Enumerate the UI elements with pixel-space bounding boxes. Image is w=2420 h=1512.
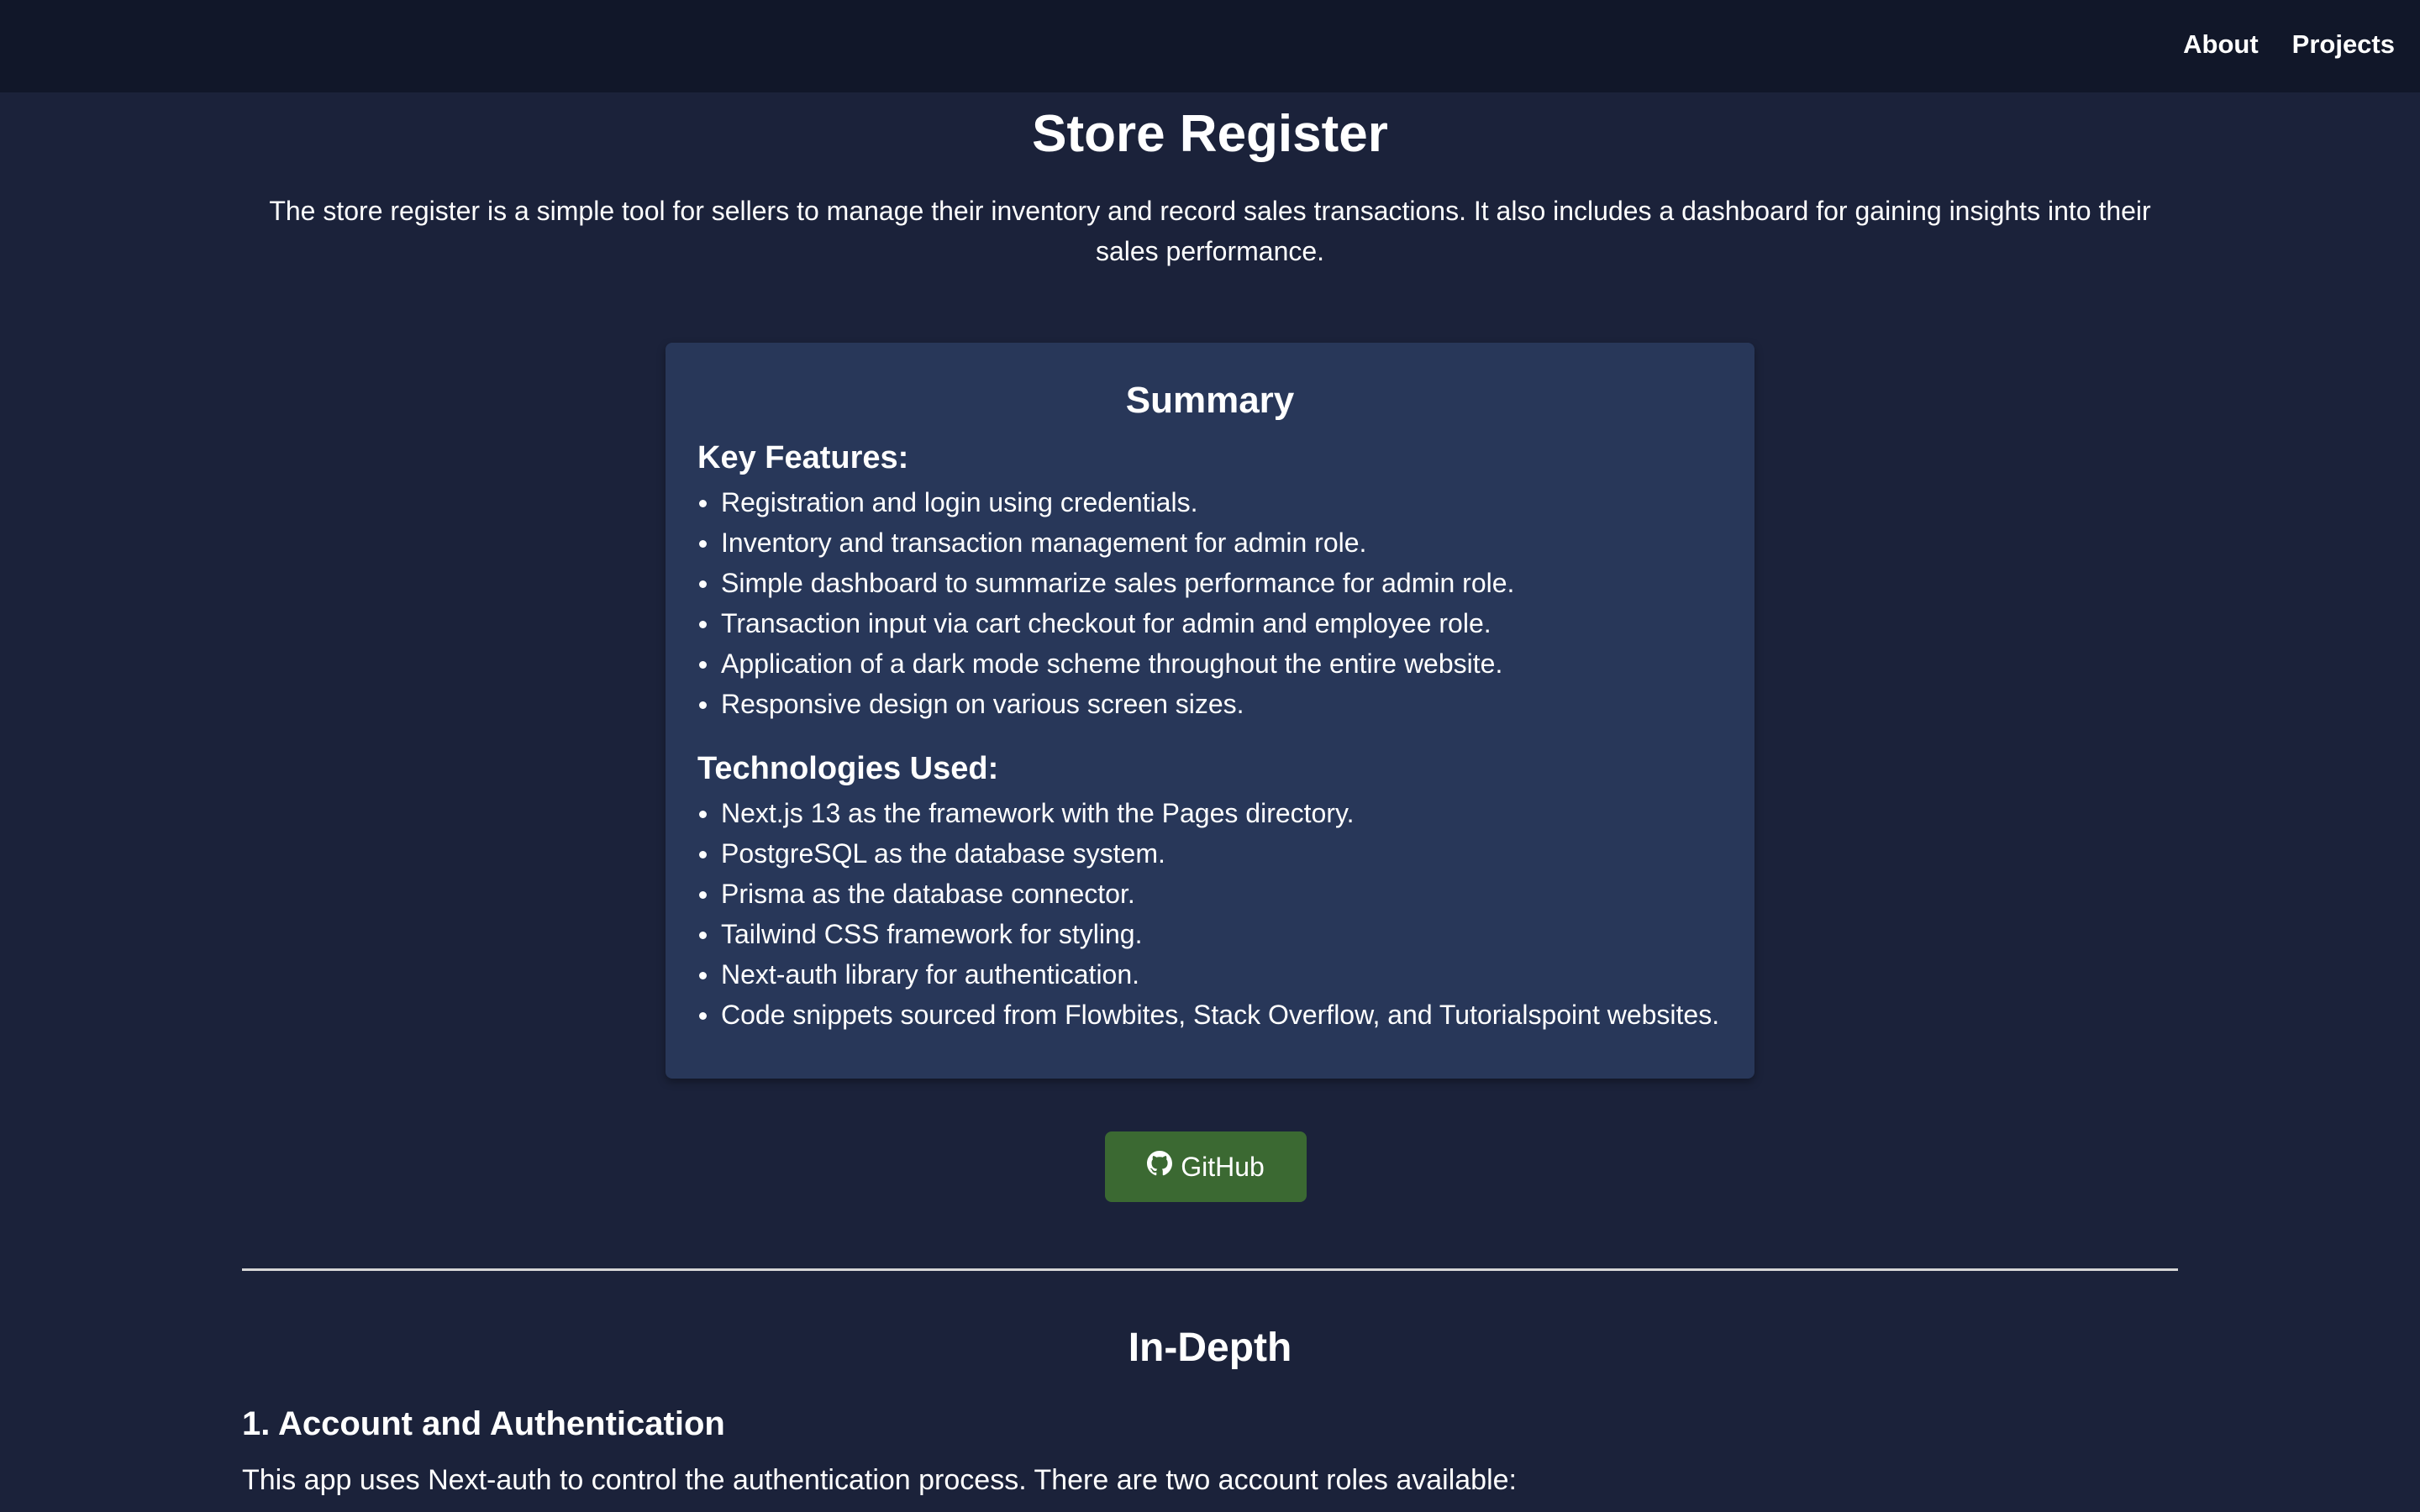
summary-title: Summary	[1125, 380, 1295, 421]
feature-item: Registration and login using credentials…	[697, 482, 1723, 522]
github-icon	[1147, 1151, 1173, 1183]
key-features-heading: Key Features:	[697, 440, 909, 475]
page-intro: The store register is a simple tool for …	[269, 196, 2151, 266]
feature-item: Inventory and transaction management for…	[697, 522, 1723, 563]
feature-item: Application of a dark mode scheme throug…	[697, 643, 1723, 684]
technology-item: Tailwind CSS framework for styling.	[697, 914, 1723, 954]
technology-item: Prisma as the database connector.	[697, 874, 1723, 914]
summary-card: Summary Key Features: Registration and l…	[666, 343, 1754, 1079]
section-divider	[242, 1268, 2178, 1271]
account-authentication-heading: 1. Account and Authentication	[242, 1405, 725, 1442]
nav-link-projects[interactable]: Projects	[2292, 28, 2395, 61]
github-button-label: GitHub	[1181, 1151, 1265, 1182]
key-features-list: Registration and login using credentials…	[697, 482, 1723, 724]
account-authentication-text: This app uses Next-auth to control the a…	[242, 1464, 1518, 1496]
technologies-list: Next.js 13 as the framework with the Pag…	[697, 793, 1723, 1035]
in-depth-heading: In-Depth	[1128, 1326, 1292, 1370]
technology-item: Code snippets sourced from Flowbites, St…	[697, 995, 1723, 1035]
top-navigation-bar: About Projects	[0, 0, 2420, 92]
technology-item: Next-auth library for authentication.	[697, 954, 1723, 995]
nav-link-about[interactable]: About	[2183, 28, 2259, 61]
feature-item: Transaction input via cart checkout for …	[697, 603, 1723, 643]
technology-item: Next.js 13 as the framework with the Pag…	[697, 793, 1723, 833]
feature-item: Simple dashboard to summarize sales perf…	[697, 563, 1723, 603]
github-button[interactable]: GitHub	[1105, 1131, 1307, 1202]
nav-links: About Projects	[2183, 28, 2395, 61]
project-page: Store Register The store register is a s…	[242, 92, 2178, 1496]
technologies-heading: Technologies Used:	[697, 751, 999, 786]
feature-item: Responsive design on various screen size…	[697, 684, 1723, 724]
page-title: Store Register	[1032, 105, 1388, 163]
technology-item: PostgreSQL as the database system.	[697, 833, 1723, 874]
